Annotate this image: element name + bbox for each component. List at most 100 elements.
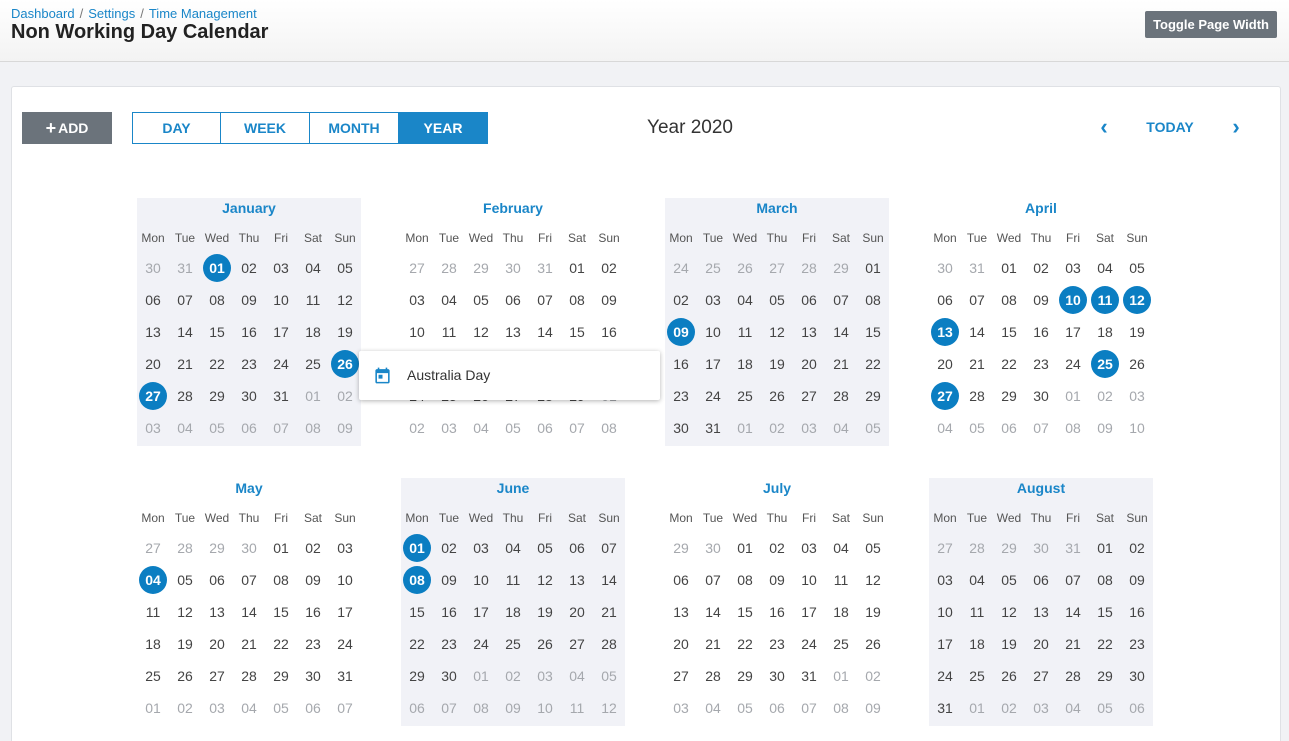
day-cell[interactable]: 09 bbox=[1025, 284, 1057, 316]
day-cell[interactable]: 01 bbox=[297, 380, 329, 412]
day-cell[interactable]: 17 bbox=[929, 628, 961, 660]
day-cell[interactable]: 03 bbox=[793, 412, 825, 444]
day-cell[interactable]: 03 bbox=[465, 532, 497, 564]
day-cell[interactable]: 09 bbox=[1121, 564, 1153, 596]
day-cell[interactable]: 13 bbox=[561, 564, 593, 596]
day-cell[interactable]: 07 bbox=[169, 284, 201, 316]
day-cell[interactable]: 23 bbox=[1025, 348, 1057, 380]
day-cell[interactable]: 10 bbox=[529, 692, 561, 724]
day-cell[interactable]: 29 bbox=[465, 252, 497, 284]
day-cell[interactable]: 31 bbox=[697, 412, 729, 444]
day-cell[interactable]: 07 bbox=[961, 284, 993, 316]
day-cell[interactable]: 08 bbox=[561, 284, 593, 316]
day-cell[interactable]: 30 bbox=[697, 532, 729, 564]
day-cell[interactable]: 30 bbox=[233, 532, 265, 564]
day-cell[interactable]: 15 bbox=[265, 596, 297, 628]
day-cell[interactable]: 05 bbox=[497, 412, 529, 444]
day-cell[interactable]: 08 bbox=[201, 284, 233, 316]
day-cell[interactable]: 16 bbox=[761, 596, 793, 628]
day-cell[interactable]: 12 bbox=[993, 596, 1025, 628]
day-cell[interactable]: 04 bbox=[961, 564, 993, 596]
day-cell[interactable]: 13 bbox=[1025, 596, 1057, 628]
day-cell[interactable]: 02 bbox=[401, 412, 433, 444]
day-cell[interactable]: 26 bbox=[529, 628, 561, 660]
day-cell[interactable]: 13 bbox=[665, 596, 697, 628]
day-cell[interactable]: 30 bbox=[433, 660, 465, 692]
month-name[interactable]: March bbox=[665, 200, 889, 216]
holiday-day[interactable]: 01 bbox=[201, 252, 233, 284]
day-cell[interactable]: 22 bbox=[1089, 628, 1121, 660]
day-cell[interactable]: 18 bbox=[1089, 316, 1121, 348]
day-cell[interactable]: 06 bbox=[137, 284, 169, 316]
day-cell[interactable]: 05 bbox=[329, 252, 361, 284]
day-cell[interactable]: 07 bbox=[433, 692, 465, 724]
day-cell[interactable]: 01 bbox=[1057, 380, 1089, 412]
day-cell[interactable]: 25 bbox=[297, 348, 329, 380]
month-name[interactable]: August bbox=[929, 480, 1153, 496]
day-cell[interactable]: 27 bbox=[401, 252, 433, 284]
holiday-day[interactable]: 27 bbox=[137, 380, 169, 412]
day-cell[interactable]: 21 bbox=[233, 628, 265, 660]
day-cell[interactable]: 02 bbox=[329, 380, 361, 412]
holiday-day[interactable]: 13 bbox=[929, 316, 961, 348]
breadcrumb-dashboard[interactable]: Dashboard bbox=[11, 6, 75, 21]
month-name[interactable]: May bbox=[137, 480, 361, 496]
day-cell[interactable]: 21 bbox=[825, 348, 857, 380]
holiday-day[interactable]: 08 bbox=[401, 564, 433, 596]
day-cell[interactable]: 10 bbox=[401, 316, 433, 348]
day-cell[interactable]: 04 bbox=[929, 412, 961, 444]
day-cell[interactable]: 05 bbox=[169, 564, 201, 596]
day-cell[interactable]: 23 bbox=[233, 348, 265, 380]
day-cell[interactable]: 19 bbox=[529, 596, 561, 628]
day-cell[interactable]: 13 bbox=[137, 316, 169, 348]
day-cell[interactable]: 02 bbox=[169, 692, 201, 724]
day-cell[interactable]: 26 bbox=[169, 660, 201, 692]
holiday-day[interactable]: 26 bbox=[329, 348, 361, 380]
day-cell[interactable]: 30 bbox=[1025, 380, 1057, 412]
day-cell[interactable]: 06 bbox=[297, 692, 329, 724]
day-cell[interactable]: 02 bbox=[297, 532, 329, 564]
day-cell[interactable]: 04 bbox=[1089, 252, 1121, 284]
day-cell[interactable]: 14 bbox=[697, 596, 729, 628]
day-cell[interactable]: 03 bbox=[1121, 380, 1153, 412]
day-cell[interactable]: 27 bbox=[137, 532, 169, 564]
day-cell[interactable]: 05 bbox=[1089, 692, 1121, 724]
day-cell[interactable]: 01 bbox=[825, 660, 857, 692]
day-cell[interactable]: 04 bbox=[169, 412, 201, 444]
day-cell[interactable]: 03 bbox=[201, 692, 233, 724]
day-cell[interactable]: 13 bbox=[497, 316, 529, 348]
day-cell[interactable]: 19 bbox=[329, 316, 361, 348]
day-cell[interactable]: 09 bbox=[497, 692, 529, 724]
day-cell[interactable]: 06 bbox=[1121, 692, 1153, 724]
day-cell[interactable]: 24 bbox=[329, 628, 361, 660]
day-cell[interactable]: 11 bbox=[961, 596, 993, 628]
day-cell[interactable]: 27 bbox=[561, 628, 593, 660]
day-cell[interactable]: 05 bbox=[593, 660, 625, 692]
day-cell[interactable]: 08 bbox=[729, 564, 761, 596]
day-cell[interactable]: 03 bbox=[697, 284, 729, 316]
day-cell[interactable]: 08 bbox=[1057, 412, 1089, 444]
day-cell[interactable]: 22 bbox=[993, 348, 1025, 380]
day-cell[interactable]: 02 bbox=[1121, 532, 1153, 564]
day-cell[interactable]: 03 bbox=[329, 532, 361, 564]
day-cell[interactable]: 15 bbox=[729, 596, 761, 628]
day-cell[interactable]: 15 bbox=[1089, 596, 1121, 628]
day-cell[interactable]: 04 bbox=[297, 252, 329, 284]
day-cell[interactable]: 22 bbox=[401, 628, 433, 660]
day-cell[interactable]: 05 bbox=[265, 692, 297, 724]
day-cell[interactable]: 06 bbox=[401, 692, 433, 724]
day-cell[interactable]: 29 bbox=[665, 532, 697, 564]
holiday-day[interactable]: 10 bbox=[1057, 284, 1089, 316]
day-cell[interactable]: 08 bbox=[593, 412, 625, 444]
day-cell[interactable]: 29 bbox=[1089, 660, 1121, 692]
day-cell[interactable]: 12 bbox=[857, 564, 889, 596]
day-cell[interactable]: 06 bbox=[665, 564, 697, 596]
day-cell[interactable]: 04 bbox=[233, 692, 265, 724]
day-cell[interactable]: 04 bbox=[561, 660, 593, 692]
day-cell[interactable]: 06 bbox=[529, 412, 561, 444]
day-cell[interactable]: 06 bbox=[793, 284, 825, 316]
day-cell[interactable]: 23 bbox=[433, 628, 465, 660]
day-cell[interactable]: 21 bbox=[961, 348, 993, 380]
day-cell[interactable]: 06 bbox=[561, 532, 593, 564]
day-cell[interactable]: 19 bbox=[857, 596, 889, 628]
